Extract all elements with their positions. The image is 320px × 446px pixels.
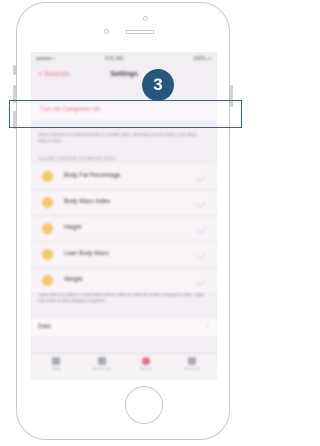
battery-indicator: 100% ▭ [193,56,212,62]
list-item[interactable]: Body Fat Percentage [31,164,217,190]
medical-id-icon [188,357,196,365]
list-item[interactable]: Body Mass Index [31,190,217,216]
page-title: Settings [110,71,138,78]
tab-label: Sources [139,367,153,371]
category-label: Weight [64,277,83,283]
data-row[interactable]: Data › [31,319,217,336]
health-data-icon [98,357,106,365]
status-bar: ●●●●● ≈ 9:41 AM 100% ▭ [31,52,217,66]
bmi-icon [42,197,53,208]
carrier-signal: ●●●●● ≈ [36,56,56,62]
body-fat-icon [42,171,53,182]
tab-bar: Today Health Data Sources Medical ID [31,353,217,380]
lean-mass-icon [42,249,53,260]
today-icon [52,357,60,365]
height-icon [42,223,53,234]
checkmark-icon [196,250,206,260]
tab-label: Medical ID [183,367,201,371]
category-label: Body Mass Index [64,199,111,205]
tab-today[interactable]: Today [39,357,73,371]
status-time: 9:41 AM [105,56,124,62]
permission-footnote: Apps that you allow to read data will be… [38,292,205,303]
step-highlight-box [9,100,242,128]
tab-medical-id[interactable]: Medical ID [175,357,209,371]
step-number-badge: 3 [142,69,174,101]
list-item[interactable]: Lean Body Mass [31,242,217,268]
tab-label: Health Data [92,367,112,371]
checkmark-icon [196,276,206,286]
home-button[interactable] [125,386,163,424]
section-header: ALLOW LIFESUM TO WRITE DATA: [38,156,118,161]
checkmark-icon [196,198,206,208]
category-label: Lean Body Mass [64,251,109,257]
proximity-sensor [104,29,109,34]
sources-icon [142,357,150,365]
permission-description: Allow Lifesum to read and write to Healt… [38,132,198,143]
earpiece-speaker [125,30,155,34]
category-label: Body Fat Percentage [64,173,121,179]
navigation-bar: < Sources Settings [31,66,217,84]
category-list: Body Fat Percentage Body Mass Index Heig… [31,164,217,294]
mute-switch [13,65,16,75]
data-row-label: Data [38,324,51,330]
tab-label: Today [51,367,61,371]
list-item[interactable]: Weight [31,268,217,294]
category-label: Height [64,225,82,231]
checkmark-icon [196,172,206,182]
chevron-right-icon: › [206,323,209,330]
checkmark-icon [196,224,206,234]
front-camera [143,16,148,21]
tab-sources[interactable]: Sources [129,357,163,371]
tab-health-data[interactable]: Health Data [85,357,119,371]
weight-icon [42,275,53,286]
list-item[interactable]: Height [31,216,217,242]
